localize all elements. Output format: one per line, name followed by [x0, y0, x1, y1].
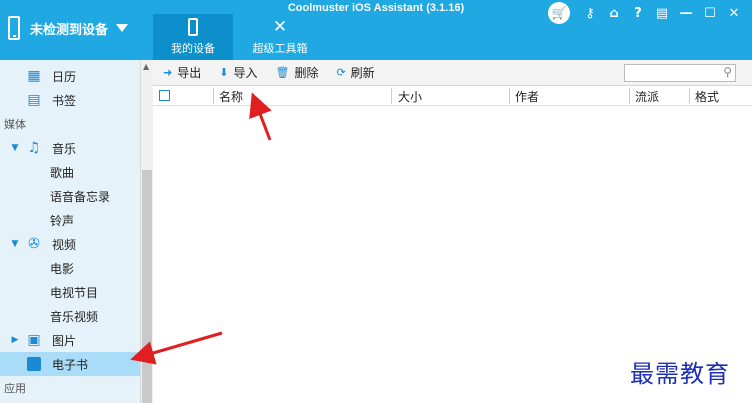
- scrollbar-thumb[interactable]: [142, 170, 152, 403]
- device-label: 未检测到设备: [30, 22, 109, 38]
- search-input[interactable]: ⚲: [624, 64, 736, 82]
- cart-icon[interactable]: 🛒: [548, 2, 570, 24]
- column-divider[interactable]: [213, 88, 214, 104]
- sidebar-item-calendar[interactable]: ▦ 日历: [0, 64, 140, 88]
- delete-label: 删除: [294, 66, 319, 80]
- arrow-down-icon: ⬇: [219, 66, 229, 79]
- sidebar-item-movies[interactable]: 电影: [0, 256, 140, 280]
- export-label: 导出: [177, 66, 202, 80]
- sidebar-group-apps: 应用: [4, 382, 26, 395]
- device-selector[interactable]: 未检测到设备: [8, 14, 129, 42]
- sidebar-item-label: 书签: [52, 93, 77, 108]
- sidebar-item-songs[interactable]: 歌曲: [0, 160, 140, 184]
- sidebar-item-photos[interactable]: ▶ ▣ 图片: [0, 328, 140, 352]
- column-divider[interactable]: [689, 88, 690, 104]
- key-icon[interactable]: ⚷: [578, 2, 602, 24]
- sidebar-item-music[interactable]: ▼ ♫ 音乐: [0, 136, 140, 160]
- phone-icon: [188, 18, 198, 36]
- sidebar-item-label: 歌曲: [50, 165, 75, 180]
- sidebar-item-label: 图片: [52, 333, 77, 348]
- sidebar-item-ebooks[interactable]: 电子书: [0, 352, 140, 376]
- arrow-right-icon: ➜: [163, 66, 173, 79]
- calendar-icon: ▦: [27, 68, 41, 84]
- photo-icon: ▣: [27, 332, 41, 348]
- tab-super-toolbox-label: 超级工具箱: [252, 42, 308, 55]
- column-header-format[interactable]: 格式: [695, 88, 719, 105]
- tab-my-device-label: 我的设备: [171, 42, 215, 55]
- collapse-triangle-icon[interactable]: ▶: [10, 335, 20, 345]
- sidebar-item-label: 电视节目: [50, 285, 99, 300]
- table-header: 名称 大小 作者 流派 格式: [153, 86, 752, 106]
- sidebar-scrollbar[interactable]: ▲: [140, 60, 153, 403]
- music-icon: ♫: [27, 140, 41, 156]
- select-all-checkbox[interactable]: [159, 90, 170, 101]
- export-button[interactable]: ➜ 导出: [163, 64, 201, 81]
- sidebar-item-music-videos[interactable]: 音乐视频: [0, 304, 140, 328]
- sidebar-item-ringtones[interactable]: 铃声: [0, 208, 140, 232]
- column-header-genre[interactable]: 流派: [635, 88, 659, 105]
- phone-icon: [8, 16, 20, 40]
- sidebar-item-label: 语音备忘录: [50, 189, 111, 204]
- sidebar-item-video[interactable]: ▼ ✇ 视频: [0, 232, 140, 256]
- bookmark-icon: ▤: [27, 92, 41, 108]
- sidebar-item-label: 音乐视频: [50, 309, 99, 324]
- sidebar-item-label: 视频: [52, 237, 77, 252]
- column-divider[interactable]: [629, 88, 630, 104]
- minimize-icon[interactable]: —: [674, 2, 698, 24]
- sidebar: ▦ 日历 ▤ 书签 媒体 ▼ ♫ 音乐 歌曲 语音备忘录 铃声 ▼ ✇ 视频 电…: [0, 60, 140, 403]
- expand-triangle-icon[interactable]: ▼: [10, 239, 20, 249]
- home-icon[interactable]: ⌂: [602, 2, 626, 24]
- watermark: 最需教育: [630, 360, 730, 388]
- sidebar-item-label: 日历: [52, 69, 77, 84]
- refresh-icon: ⟳: [336, 66, 346, 79]
- sidebar-item-bookmarks[interactable]: ▤ 书签: [0, 88, 140, 112]
- expand-triangle-icon[interactable]: ▼: [10, 143, 20, 153]
- refresh-label: 刷新: [350, 66, 375, 80]
- film-reel-icon: ✇: [28, 236, 40, 252]
- toolbar: ➜ 导出 ⬇ 导入 🗑 删除 ⟳ 刷新 ⚲: [153, 60, 752, 86]
- sidebar-item-tv-shows[interactable]: 电视节目: [0, 280, 140, 304]
- column-header-name[interactable]: 名称: [219, 88, 243, 105]
- close-icon[interactable]: ✕: [722, 2, 746, 24]
- feedback-icon[interactable]: ▤: [650, 2, 674, 24]
- title-bar: Coolmuster iOS Assistant (3.1.16) 未检测到设备…: [0, 0, 752, 60]
- help-icon[interactable]: ?: [626, 2, 650, 24]
- import-button[interactable]: ⬇ 导入: [219, 64, 257, 81]
- book-icon: [26, 356, 42, 372]
- sidebar-item-label: 电子书: [52, 357, 89, 372]
- scroll-up-icon[interactable]: ▲: [143, 62, 149, 71]
- refresh-button[interactable]: ⟳ 刷新: [336, 64, 374, 81]
- search-icon: ⚲: [723, 65, 732, 79]
- tools-icon: ✕: [272, 17, 288, 37]
- chevron-down-icon: [116, 24, 129, 32]
- tab-super-toolbox[interactable]: ✕ 超级工具箱: [240, 14, 320, 60]
- sidebar-item-label: 音乐: [52, 141, 77, 156]
- sidebar-item-label: 铃声: [50, 213, 75, 228]
- trash-icon: 🗑: [275, 66, 290, 79]
- column-divider[interactable]: [391, 88, 392, 104]
- import-label: 导入: [233, 66, 258, 80]
- sidebar-item-label: 电影: [50, 261, 75, 276]
- column-header-author[interactable]: 作者: [515, 88, 539, 105]
- sidebar-item-voice-memos[interactable]: 语音备忘录: [0, 184, 140, 208]
- window-controls: 🛒 ⚷ ⌂ ? ▤ — ☐ ✕: [548, 2, 746, 24]
- tab-my-device[interactable]: 我的设备: [153, 14, 233, 60]
- delete-button[interactable]: 🗑 删除: [275, 64, 318, 81]
- column-header-size[interactable]: 大小: [398, 88, 422, 105]
- maximize-icon[interactable]: ☐: [698, 2, 722, 24]
- column-divider[interactable]: [509, 88, 510, 104]
- sidebar-group-media: 媒体: [4, 118, 26, 131]
